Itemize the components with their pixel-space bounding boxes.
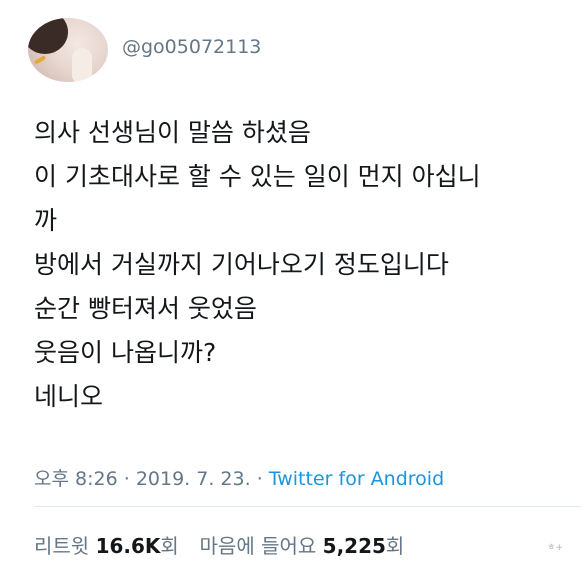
user-handle[interactable]: @go05072113 (122, 36, 261, 58)
avatar-hair (28, 18, 68, 54)
meta-separator: · (256, 468, 263, 490)
tweet-line: 순간 빵터져서 웃었음 (34, 294, 257, 323)
tweet-metadata: 오후 8:26 · 2019. 7. 23. · Twitter for And… (34, 464, 444, 491)
tweet-line: 방에서 거실까지 기어나오기 정도입니다 (34, 250, 449, 279)
tweet-line: 웃음이 나옵니까? (34, 338, 217, 367)
avatar[interactable] (28, 18, 108, 82)
retweet-stat[interactable]: 리트윗 16.6K회 (34, 534, 185, 558)
like-label: 마음에 들어요 (199, 534, 317, 558)
avatar-accent (33, 55, 47, 65)
retweet-suffix: 회 (160, 534, 179, 558)
stats-divider (34, 506, 581, 507)
tweet-date[interactable]: 2019. 7. 23. (136, 468, 251, 490)
tweet-stats: 리트윗 16.6K회 마음에 들어요 5,225회 (34, 530, 404, 559)
tweet-line: 이 기초대사로 할 수 있는 일이 먼지 아십니 (34, 162, 481, 191)
retweet-count: 16.6K (95, 534, 161, 558)
tweet-time[interactable]: 오후 8:26 (34, 468, 118, 490)
like-stat[interactable]: 마음에 들어요 5,225회 (200, 534, 405, 558)
like-suffix: 회 (385, 534, 405, 558)
tweet-source-link[interactable]: Twitter for Android (269, 468, 444, 490)
watermark: ㅎ+ (547, 543, 563, 553)
tweet-line: 까 (34, 206, 58, 235)
like-count: 5,225 (322, 534, 386, 558)
tweet-text: 의사 선생님이 말씀 하셨음 이 기초대사로 할 수 있는 일이 먼지 아십니 … (34, 111, 564, 419)
retweet-label: 리트윗 (34, 534, 90, 558)
meta-separator: · (123, 468, 130, 490)
tweet-line: 의사 선생님이 말씀 하셨음 (34, 118, 311, 147)
avatar-hand (72, 48, 92, 82)
tweet-line: 네니오 (34, 382, 104, 411)
